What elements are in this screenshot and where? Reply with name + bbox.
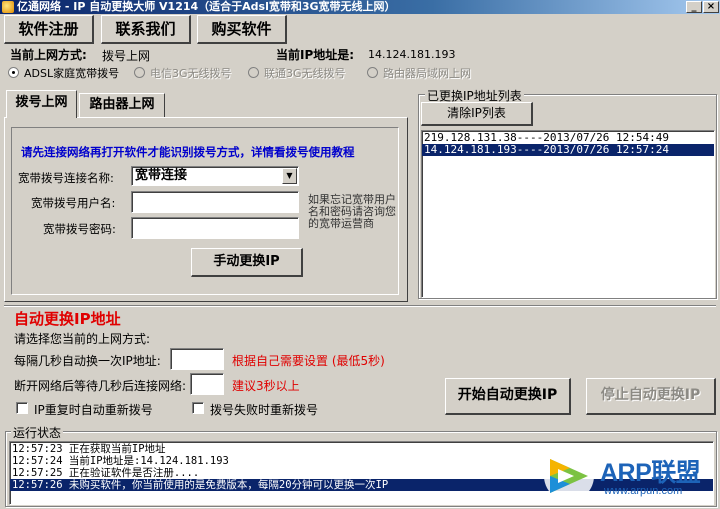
tab-dialup[interactable]: 拨号上网: [6, 90, 77, 118]
auto-choose-label: 请选择您当前的上网方式:: [14, 332, 151, 346]
start-auto-change-button[interactable]: 开始自动更换IP: [445, 378, 571, 415]
mode-value: 拨号上网: [102, 49, 151, 63]
auto-title: 自动更换IP地址: [14, 310, 121, 328]
window-title: 亿通网络 - IP 自动更换大师 V1214（适合于Adsl宽带和3G宽带无线上…: [17, 0, 396, 13]
watermark: ARP联盟 www.arpun.com: [540, 447, 720, 509]
repeat-redial-checkbox[interactable]: [16, 402, 28, 414]
close-button[interactable]: ×: [703, 1, 719, 13]
conn-name-select[interactable]: 宽带连接 ▼: [131, 166, 299, 186]
tab-router[interactable]: 路由器上网: [79, 93, 165, 118]
contact-button[interactable]: 联系我们: [101, 15, 191, 44]
stop-auto-change-button[interactable]: 停止自动更换IP: [586, 378, 716, 415]
password-hint: 如果忘记宽带用户名和密码请咨询您的宽带运营商: [308, 193, 396, 230]
clear-ip-list-button[interactable]: 清除IP列表: [421, 102, 533, 126]
radio-router-lan-label: 路由器局域网上网: [383, 67, 471, 80]
username-label: 宽带拨号用户名:: [31, 196, 116, 210]
log-title: 运行状态: [11, 424, 64, 441]
register-button[interactable]: 软件注册: [4, 15, 94, 44]
radio-telecom-3g-label: 电信3G无线拨号: [150, 67, 232, 80]
chevron-down-icon[interactable]: ▼: [282, 168, 297, 184]
watermark-brand: ARP联盟: [600, 459, 701, 487]
buy-button[interactable]: 购买软件: [197, 15, 287, 44]
reconnect-label: 断开网络后等待几秒后连接网络:: [14, 379, 187, 393]
dialup-notice: 请先连接网络再打开软件才能识别拨号方式，详情看拨号使用教程: [21, 145, 355, 159]
radio-adsl-label: ADSL家庭宽带拨号: [24, 67, 120, 80]
interval-label: 每隔几秒自动换一次IP地址:: [14, 354, 161, 368]
radio-unicom-3g[interactable]: [248, 67, 259, 78]
fail-redial-label: 拨号失败时重新拨号: [210, 403, 319, 417]
watermark-url: www.arpun.com: [604, 485, 683, 497]
play-logo-icon: [544, 451, 594, 501]
reconnect-hint: 建议3秒以上: [232, 379, 300, 393]
minimize-button[interactable]: _: [686, 1, 702, 13]
radio-router-lan[interactable]: [367, 67, 378, 78]
ip-history-list[interactable]: 219.128.131.38----2013/07/26 12:54:49 14…: [421, 130, 715, 298]
radio-adsl[interactable]: [8, 67, 19, 78]
app-icon: [2, 1, 14, 13]
interval-input[interactable]: [170, 348, 224, 370]
password-input[interactable]: [131, 217, 299, 239]
dialup-panel: 请先连接网络再打开软件才能识别拨号方式，详情看拨号使用教程 宽带拨号连接名称: …: [4, 117, 408, 302]
divider: [4, 305, 716, 307]
repeat-redial-label: IP重复时自动重新拨号: [34, 403, 153, 417]
ip-label: 当前IP地址是:: [276, 48, 355, 62]
radio-unicom-3g-label: 联通3G无线拨号: [264, 67, 346, 80]
conn-name-value: 宽带连接: [135, 168, 188, 183]
mode-label: 当前上网方式:: [10, 48, 87, 62]
reconnect-input[interactable]: [190, 373, 224, 395]
list-item[interactable]: 14.124.181.193----2013/07/26 12:57:24: [422, 144, 714, 156]
interval-hint: 根据自己需要设置 (最低5秒): [232, 354, 385, 368]
username-input[interactable]: [131, 191, 299, 213]
fail-redial-checkbox[interactable]: [192, 402, 204, 414]
current-ip: 14.124.181.193: [368, 48, 456, 61]
manual-change-ip-button[interactable]: 手动更换IP: [191, 248, 303, 277]
radio-telecom-3g[interactable]: [134, 67, 145, 78]
conn-name-label: 宽带拨号连接名称:: [18, 171, 114, 185]
title-bar[interactable]: 亿通网络 - IP 自动更换大师 V1214（适合于Adsl宽带和3G宽带无线上…: [0, 0, 720, 14]
password-label: 宽带拨号密码:: [43, 222, 116, 236]
